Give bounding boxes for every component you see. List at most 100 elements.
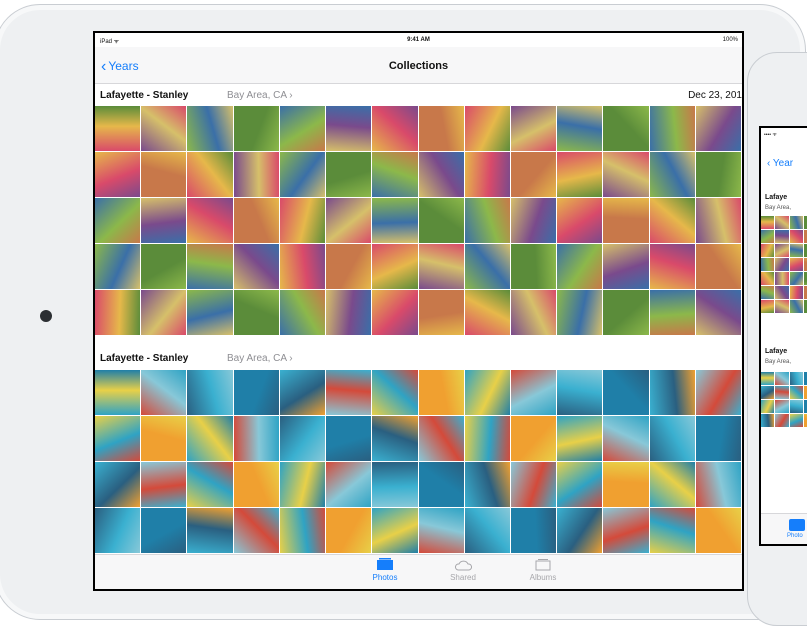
photo-thumbnail[interactable]	[418, 508, 464, 553]
photo-thumbnail[interactable]	[649, 290, 695, 335]
collection-header-1[interactable]: Lafayette - Stanley Bay Area, CA › Dec 2…	[95, 84, 742, 106]
photo-thumbnail[interactable]	[418, 416, 464, 461]
photo-thumbnail[interactable]	[695, 508, 741, 553]
photo-thumbnail[interactable]	[775, 414, 789, 427]
photo-thumbnail[interactable]	[464, 508, 510, 553]
photo-thumbnail[interactable]	[233, 244, 279, 289]
photo-thumbnail[interactable]	[95, 244, 141, 289]
photo-thumbnail[interactable]	[695, 106, 741, 151]
photo-thumbnail[interactable]	[789, 258, 803, 271]
photo-thumbnail[interactable]	[372, 416, 418, 461]
photo-thumbnail[interactable]	[761, 414, 775, 427]
photo-thumbnail[interactable]	[464, 198, 510, 243]
photo-thumbnail[interactable]	[695, 462, 741, 507]
photo-thumbnail[interactable]	[233, 462, 279, 507]
tab-shared[interactable]: Shared	[433, 558, 493, 582]
photo-thumbnail[interactable]	[789, 386, 803, 399]
iphone-back-button[interactable]: ‹ Year	[767, 158, 793, 169]
photo-thumbnail[interactable]	[187, 462, 233, 507]
photo-thumbnail[interactable]	[233, 106, 279, 151]
photo-thumbnail[interactable]	[464, 370, 510, 415]
photo-thumbnail[interactable]	[187, 508, 233, 553]
photo-thumbnail[interactable]	[649, 508, 695, 553]
photo-thumbnail[interactable]	[418, 290, 464, 335]
photo-thumbnail[interactable]	[95, 106, 141, 151]
photo-thumbnail[interactable]	[510, 462, 557, 507]
photo-thumbnail[interactable]	[95, 370, 141, 415]
photo-thumbnail[interactable]	[761, 258, 775, 271]
photo-thumbnail[interactable]	[464, 152, 510, 197]
photo-thumbnail[interactable]	[279, 462, 326, 507]
photo-thumbnail[interactable]	[279, 508, 326, 553]
photo-thumbnail[interactable]	[603, 106, 649, 151]
photo-thumbnail[interactable]	[95, 152, 141, 197]
photo-thumbnail[interactable]	[326, 370, 372, 415]
photo-thumbnail[interactable]	[603, 198, 649, 243]
photo-thumbnail[interactable]	[789, 300, 803, 313]
photo-thumbnail[interactable]	[464, 416, 510, 461]
photo-thumbnail[interactable]	[649, 198, 695, 243]
photo-thumbnail[interactable]	[233, 198, 279, 243]
photo-thumbnail[interactable]	[695, 198, 741, 243]
photo-thumbnail[interactable]	[775, 258, 789, 271]
photo-thumbnail[interactable]	[326, 106, 372, 151]
photo-thumbnail[interactable]	[326, 416, 372, 461]
photo-thumbnail[interactable]	[95, 198, 141, 243]
photo-thumbnail[interactable]	[603, 416, 649, 461]
photo-thumbnail[interactable]	[510, 198, 557, 243]
photo-thumbnail[interactable]	[418, 106, 464, 151]
photo-thumbnail[interactable]	[789, 216, 803, 229]
photo-thumbnail[interactable]	[418, 370, 464, 415]
photo-thumbnail[interactable]	[603, 508, 649, 553]
photo-thumbnail[interactable]	[649, 152, 695, 197]
photo-thumbnail[interactable]	[141, 244, 187, 289]
tab-albums[interactable]: Albums	[513, 558, 573, 582]
photo-thumbnail[interactable]	[326, 462, 372, 507]
photo-thumbnail[interactable]	[233, 152, 279, 197]
photo-thumbnail[interactable]	[557, 106, 603, 151]
photo-thumbnail[interactable]	[95, 462, 141, 507]
photo-thumbnail[interactable]	[789, 272, 803, 285]
photo-thumbnail[interactable]	[649, 244, 695, 289]
photo-thumbnail[interactable]	[279, 416, 326, 461]
photo-thumbnail[interactable]	[372, 198, 418, 243]
photo-thumbnail[interactable]	[279, 198, 326, 243]
photo-thumbnail[interactable]	[789, 286, 803, 299]
photo-thumbnail[interactable]	[279, 290, 326, 335]
photo-thumbnail[interactable]	[279, 244, 326, 289]
photo-thumbnail[interactable]	[775, 286, 789, 299]
photo-thumbnail[interactable]	[557, 244, 603, 289]
photo-thumbnail[interactable]	[603, 462, 649, 507]
photo-thumbnail[interactable]	[775, 400, 789, 413]
photo-thumbnail[interactable]	[187, 290, 233, 335]
photo-thumbnail[interactable]	[761, 286, 775, 299]
photo-thumbnail[interactable]	[649, 462, 695, 507]
photo-thumbnail[interactable]	[233, 508, 279, 553]
photo-thumbnail[interactable]	[95, 508, 141, 553]
collection-header-2[interactable]: Lafayette - Stanley Bay Area, CA ›	[95, 347, 742, 369]
photo-thumbnail[interactable]	[372, 508, 418, 553]
photo-thumbnail[interactable]	[761, 372, 775, 385]
photo-thumbnail[interactable]	[557, 416, 603, 461]
photo-thumbnail[interactable]	[372, 152, 418, 197]
photo-thumbnail[interactable]	[187, 198, 233, 243]
photo-thumbnail[interactable]	[141, 106, 187, 151]
tab-photos[interactable]: Photos	[355, 558, 415, 582]
photo-thumbnail[interactable]	[233, 290, 279, 335]
photo-thumbnail[interactable]	[372, 244, 418, 289]
photo-thumbnail[interactable]	[233, 370, 279, 415]
photo-thumbnail[interactable]	[775, 386, 789, 399]
photo-thumbnail[interactable]	[418, 462, 464, 507]
photo-thumbnail[interactable]	[418, 198, 464, 243]
photo-thumbnail[interactable]	[775, 244, 789, 257]
photo-thumbnail[interactable]	[187, 370, 233, 415]
photo-thumbnail[interactable]	[187, 416, 233, 461]
photo-thumbnail[interactable]	[761, 216, 775, 229]
photo-thumbnail[interactable]	[789, 400, 803, 413]
photo-thumbnail[interactable]	[557, 462, 603, 507]
photo-thumbnail[interactable]	[557, 198, 603, 243]
photo-thumbnail[interactable]	[603, 290, 649, 335]
photo-thumbnail[interactable]	[233, 416, 279, 461]
photo-thumbnail[interactable]	[372, 290, 418, 335]
photo-thumbnail[interactable]	[649, 416, 695, 461]
